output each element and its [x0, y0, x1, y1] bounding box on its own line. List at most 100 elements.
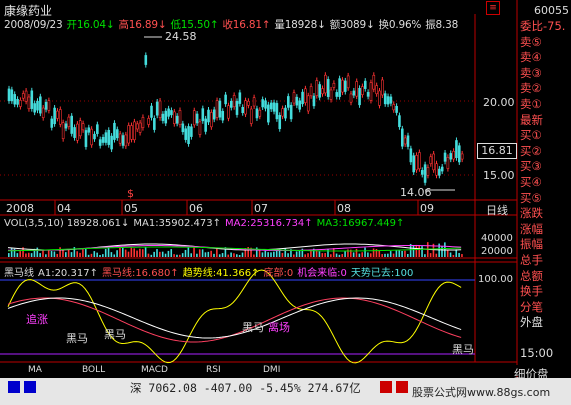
ind-label-5: 离场 [268, 321, 290, 334]
volume-bar [170, 249, 173, 257]
candle-body [98, 139, 102, 146]
candle-body [460, 153, 464, 160]
candle-body [272, 102, 276, 112]
volume-bar [27, 252, 30, 257]
candle-body [443, 152, 447, 162]
candle-body [113, 122, 116, 140]
volume-bar [449, 252, 452, 257]
ind-label-2: 黑马 [66, 332, 88, 345]
candle-body [227, 105, 230, 119]
x-tick-06: 06 [189, 202, 203, 215]
volume-bar [389, 251, 392, 257]
candle-body [455, 140, 458, 159]
candle-body [383, 93, 387, 105]
candle-body [127, 125, 130, 144]
volume-bar [418, 245, 420, 257]
candle-body [184, 128, 187, 140]
vol-tick-20000: 20000 [481, 246, 513, 257]
candle-body [13, 94, 16, 105]
volume-bar [207, 251, 210, 257]
tab-macd[interactable]: MACD [141, 365, 168, 376]
volume-bar [161, 251, 164, 257]
tab-ma[interactable]: MA [28, 365, 42, 376]
volume-bar [76, 251, 78, 257]
candle-body [81, 123, 85, 131]
period-label[interactable]: 日线 [486, 202, 508, 218]
x-tick-2008: 2008 [6, 202, 34, 215]
tab-rsi[interactable]: RSI [206, 365, 221, 376]
candle-body [335, 92, 339, 97]
candle-body [212, 109, 216, 120]
candle-body [221, 111, 225, 121]
volume-bar [156, 249, 158, 257]
quote-row-2: 卖④ [520, 50, 542, 65]
volume-bar [261, 252, 264, 257]
status-square-red [380, 381, 392, 393]
site-banner[interactable]: 股票公式网www.88gs.com [412, 384, 550, 400]
volume-bar [367, 252, 369, 257]
candle-body [423, 164, 427, 183]
quote-row-19: 外盘 [520, 315, 543, 330]
tab-boll[interactable]: BOLL [82, 365, 105, 376]
volume-bar [324, 253, 326, 257]
volume-bar [230, 252, 232, 257]
current-price-tag: 16.81 [477, 143, 517, 159]
quote-panel: 委比-75. 卖⑤ 卖④ 卖③ 卖② 卖① 最新 买① 买② 买③ 买④ 买⑤ 涨跌 涨幅 振幅 总手 总额 换手… [520, 19, 571, 362]
quote-row-8: 买② [520, 143, 542, 158]
candle-body [312, 95, 316, 107]
candle-body [178, 110, 182, 125]
candle-body [412, 155, 416, 173]
tab-dmi[interactable]: DMI [263, 365, 280, 376]
vol-legend-item-1: MA1:35902.473↑ [133, 218, 222, 229]
volume-bar [384, 253, 386, 257]
candle-body [64, 123, 68, 129]
candle-body [438, 168, 441, 176]
candle-body [267, 104, 270, 123]
volume-bar [270, 252, 272, 257]
volume-bar [196, 253, 198, 257]
volume-bar [159, 251, 161, 257]
candle-body [19, 100, 22, 107]
volume-bar [238, 254, 241, 257]
candle-body [355, 81, 359, 97]
candle-body [204, 118, 207, 132]
candle-body [141, 117, 145, 128]
volume-bar [102, 254, 104, 257]
volume-bar [84, 248, 87, 257]
candle-body [403, 137, 407, 145]
candle-body [104, 132, 108, 143]
candle-body [158, 100, 162, 119]
volume-bar [253, 254, 255, 257]
vol-legend-item-2: MA2:25316.734↑ [225, 218, 313, 229]
candle-body [378, 90, 381, 106]
candle-body [144, 55, 148, 65]
x-tick-04: 04 [57, 202, 71, 215]
candle-body [255, 108, 259, 119]
volume-bar [107, 247, 110, 257]
volume-bar [381, 254, 383, 257]
quote-row-0: 委比-75. [520, 19, 566, 33]
candle-body [318, 84, 321, 98]
volume-bar [236, 254, 238, 257]
candle-body [278, 115, 282, 130]
candle-body [306, 95, 310, 112]
candle-body [84, 130, 88, 147]
candle-body [27, 96, 31, 110]
candle-body [426, 167, 430, 176]
candle-body [47, 100, 51, 111]
volume-bar [104, 248, 107, 257]
volume-bar [176, 254, 178, 257]
indicator-tabs: MA BOLL MACD RSI DMI [0, 365, 520, 376]
quote-row-5: 卖① [520, 96, 542, 111]
candle-body [175, 115, 179, 124]
candle-body [33, 103, 36, 113]
ind-legend-item-2: 黑马线:16.680↑ [101, 268, 179, 279]
ind-legend-item-0: 黑马线 [4, 268, 34, 279]
quote-row-12: 涨跌 [520, 206, 543, 221]
candle-body [224, 94, 227, 105]
volume-bar [401, 250, 403, 257]
candle-body [398, 115, 401, 128]
candle-body [284, 107, 287, 119]
candle-body [363, 80, 367, 89]
volume-bar [398, 250, 401, 257]
